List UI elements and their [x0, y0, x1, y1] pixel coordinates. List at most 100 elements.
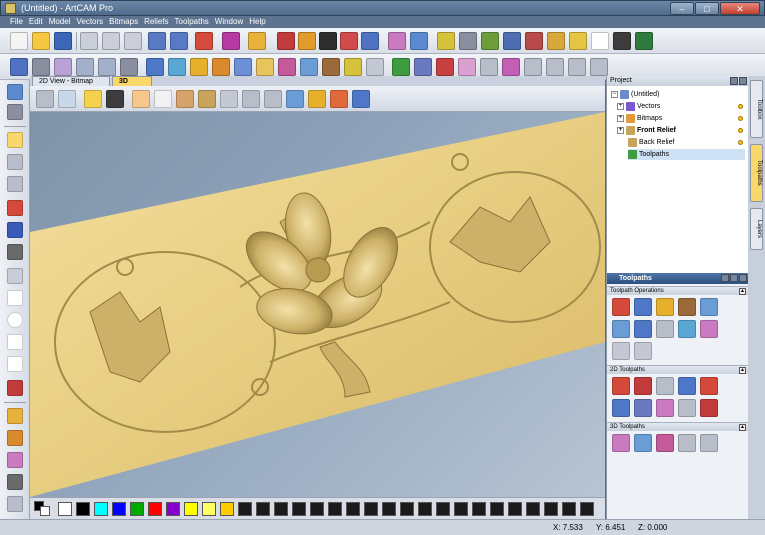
- relief-extrude-icon[interactable]: [234, 58, 252, 76]
- 2d-toolpath-icon[interactable]: [634, 399, 652, 417]
- relief-merge-icon[interactable]: [212, 58, 230, 76]
- transform-tool-icon[interactable]: [7, 176, 23, 192]
- shape-editor-icon[interactable]: [7, 430, 23, 446]
- relief-texture-icon[interactable]: [344, 58, 362, 76]
- menu-file[interactable]: File: [10, 16, 23, 28]
- relief-link-icon[interactable]: [120, 58, 138, 76]
- relief-swept-icon[interactable]: [278, 58, 296, 76]
- view-front-icon[interactable]: [198, 90, 216, 108]
- eraser-tool-icon[interactable]: [7, 496, 23, 512]
- color-swatch[interactable]: [544, 502, 558, 516]
- crosshair-icon[interactable]: [7, 104, 23, 120]
- menu-toolpaths[interactable]: Toolpaths: [175, 16, 209, 28]
- color-swatch[interactable]: [112, 502, 126, 516]
- color-swatch[interactable]: [364, 502, 378, 516]
- pencil-icon[interactable]: [547, 32, 565, 50]
- tree-expander[interactable]: +: [617, 115, 624, 122]
- arc-tool-icon[interactable]: [7, 356, 23, 372]
- color-swatch[interactable]: [562, 502, 576, 516]
- close-button[interactable]: ✕: [720, 2, 760, 15]
- maximize-button[interactable]: □: [695, 2, 719, 15]
- relief-color-icon[interactable]: [330, 90, 348, 108]
- color-swatch[interactable]: [166, 502, 180, 516]
- color-swatch[interactable]: [454, 502, 468, 516]
- relief-sculpt-icon[interactable]: [322, 58, 340, 76]
- color-swatch[interactable]: [292, 502, 306, 516]
- 3d-toolpath-icon[interactable]: [656, 434, 674, 452]
- 3d-viewport[interactable]: [30, 112, 605, 497]
- color-swatch[interactable]: [346, 502, 360, 516]
- 2d-toolpath-icon[interactable]: [656, 399, 674, 417]
- relief-flat-icon[interactable]: [146, 58, 164, 76]
- toolpath-op-icon[interactable]: [700, 298, 718, 316]
- menu-reliefs[interactable]: Reliefs: [144, 16, 168, 28]
- menu-window[interactable]: Window: [215, 16, 243, 28]
- view-side-icon[interactable]: [220, 90, 238, 108]
- edit-pen-icon[interactable]: [195, 32, 213, 50]
- shaded-icon[interactable]: [308, 90, 326, 108]
- relief-grid-icon[interactable]: [502, 58, 520, 76]
- toolpath-op-icon[interactable]: [700, 320, 718, 338]
- 3d-toolpath-icon[interactable]: [634, 434, 652, 452]
- tree-item-front-relief[interactable]: + Front Relief: [617, 125, 745, 136]
- relief-shape3-icon[interactable]: [590, 58, 608, 76]
- tree-item-back-relief[interactable]: Back Relief: [628, 137, 745, 148]
- paint-icon[interactable]: [248, 32, 266, 50]
- relief-spin-icon[interactable]: [256, 58, 274, 76]
- rectangle-tool-icon[interactable]: [7, 290, 23, 306]
- collapse-icon[interactable]: ▲: [739, 288, 746, 295]
- 2d-toolpath-icon[interactable]: [700, 399, 718, 417]
- 2d-toolpath-icon[interactable]: [678, 399, 696, 417]
- eyedropper-icon[interactable]: [7, 474, 23, 490]
- tree-item-untitled[interactable]: − (Untitled): [611, 89, 745, 100]
- color-swatch[interactable]: [184, 502, 198, 516]
- 2d-toolpath-icon[interactable]: [678, 377, 696, 395]
- relief-star-icon[interactable]: [54, 58, 72, 76]
- text-tool-icon[interactable]: [7, 380, 23, 396]
- measure-icon[interactable]: [503, 32, 521, 50]
- relief-select-icon[interactable]: [10, 58, 28, 76]
- line-tool-icon[interactable]: [7, 244, 23, 260]
- color-swatch[interactable]: [580, 502, 594, 516]
- collapse-icon[interactable]: ▲: [739, 367, 746, 374]
- color-swatch[interactable]: [220, 502, 234, 516]
- section-3d-toolpaths[interactable]: 3D Toolpaths ▲: [607, 422, 749, 431]
- nrb-icon[interactable]: [591, 32, 609, 50]
- tree-expander[interactable]: +: [617, 127, 624, 134]
- toolpath-op-icon[interactable]: [634, 342, 652, 360]
- relief-hex-icon[interactable]: [546, 58, 564, 76]
- menu-bitmaps[interactable]: Bitmaps: [109, 16, 138, 28]
- pen-tool-icon[interactable]: [7, 200, 23, 216]
- figure-dark-icon[interactable]: [319, 32, 337, 50]
- relief-wave-icon[interactable]: [414, 58, 432, 76]
- 2d-toolpath-icon[interactable]: [700, 377, 718, 395]
- drop-tool-icon[interactable]: [7, 408, 23, 424]
- figure-red-icon[interactable]: [277, 32, 295, 50]
- polygon-tool-icon[interactable]: [7, 334, 23, 350]
- visibility-bulb-icon[interactable]: [738, 116, 743, 121]
- view-back-icon[interactable]: [242, 90, 260, 108]
- toolpath-op-icon[interactable]: [656, 298, 674, 316]
- collapse-icon[interactable]: ▲: [739, 424, 746, 431]
- color-swatch[interactable]: [202, 502, 216, 516]
- chip-icon[interactable]: [635, 32, 653, 50]
- relief-smooth-icon[interactable]: [300, 58, 318, 76]
- grid-icon[interactable]: [613, 32, 631, 50]
- tree-item-vectors[interactable]: + Vectors: [617, 101, 745, 112]
- panel-minimize-icon[interactable]: [721, 274, 729, 282]
- toolpath-op-icon[interactable]: [634, 320, 652, 338]
- tree-expander[interactable]: −: [611, 91, 618, 98]
- toolpath-op-icon[interactable]: [678, 320, 696, 338]
- copy-icon[interactable]: [102, 32, 120, 50]
- view-cube-icon[interactable]: [36, 90, 54, 108]
- secondary-color-swatch[interactable]: [40, 506, 50, 516]
- menu-model[interactable]: Model: [49, 16, 71, 28]
- toolpath-op-icon[interactable]: [634, 298, 652, 316]
- section-2d-toolpaths[interactable]: 2D Toolpaths ▲: [607, 365, 749, 374]
- color-swatch[interactable]: [328, 502, 342, 516]
- star-icon[interactable]: [437, 32, 455, 50]
- 2d-toolpath-icon[interactable]: [634, 377, 652, 395]
- color-swatch[interactable]: [274, 502, 288, 516]
- color-swatch[interactable]: [400, 502, 414, 516]
- toolpath-op-icon[interactable]: [612, 342, 630, 360]
